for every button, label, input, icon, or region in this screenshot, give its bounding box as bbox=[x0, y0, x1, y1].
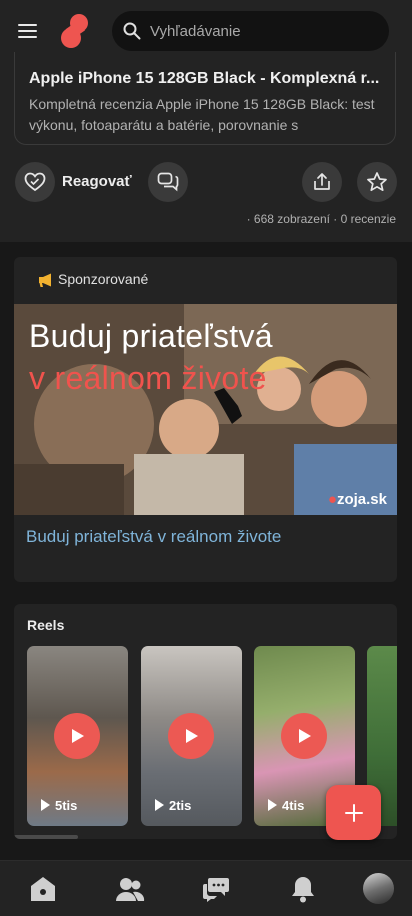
plus-icon bbox=[344, 803, 363, 822]
sponsored-label: Sponzorované bbox=[58, 271, 149, 287]
home-icon bbox=[31, 877, 55, 901]
react-label[interactable]: Reagovať bbox=[62, 173, 132, 190]
react-button[interactable] bbox=[15, 162, 55, 202]
play-icon[interactable] bbox=[281, 713, 327, 759]
post-stats: · 668 zobrazení · 0 recenzie bbox=[246, 212, 396, 226]
sponsored-card: Sponzorované Buduj priateľstvá v reálnom… bbox=[14, 257, 397, 582]
hamburger-menu-icon[interactable] bbox=[18, 24, 37, 38]
messages-icon bbox=[203, 878, 229, 902]
post-card: Apple iPhone 15 128GB Black - Komplexná … bbox=[0, 52, 412, 242]
link-title[interactable]: Apple iPhone 15 128GB Black - Komplexná … bbox=[29, 70, 384, 88]
comments-icon bbox=[157, 172, 179, 192]
notifications-icon bbox=[292, 877, 314, 903]
link-description: Kompletná recenzia Apple iPhone 15 128GB… bbox=[29, 96, 375, 133]
nav-home[interactable] bbox=[28, 874, 58, 904]
play-icon[interactable] bbox=[54, 713, 100, 759]
nav-messages[interactable] bbox=[201, 874, 231, 904]
favorite-button[interactable] bbox=[357, 162, 397, 202]
reel-item[interactable]: 5tis bbox=[27, 646, 128, 826]
nav-notifications[interactable] bbox=[288, 874, 318, 904]
ad-headline-line1: Buduj priateľstvá bbox=[29, 318, 273, 354]
brand-logo-icon: ● bbox=[327, 491, 337, 508]
search-icon bbox=[123, 22, 141, 40]
reels-scrollbar[interactable] bbox=[14, 835, 78, 839]
create-post-button[interactable] bbox=[326, 785, 381, 840]
reel-views: 4tis bbox=[268, 798, 304, 813]
reel-views: 5tis bbox=[41, 798, 77, 813]
reel-views: 2tis bbox=[155, 798, 191, 813]
heart-react-icon bbox=[24, 172, 46, 192]
search-input[interactable] bbox=[150, 11, 370, 51]
reel-item[interactable]: 2tis bbox=[141, 646, 242, 826]
reels-title: Reels bbox=[27, 617, 65, 633]
play-icon[interactable] bbox=[168, 713, 214, 759]
ad-brand: ●zoja.sk bbox=[327, 491, 387, 508]
star-icon bbox=[367, 172, 387, 192]
ad-image[interactable]: Buduj priateľstvá v reálnom živote ●zoja… bbox=[14, 304, 397, 515]
ad-link[interactable]: Buduj priateľstvá v reálnom živote bbox=[26, 527, 281, 547]
share-icon bbox=[314, 173, 330, 190]
megaphone-icon bbox=[39, 273, 51, 287]
bottom-navigation bbox=[0, 860, 412, 916]
search-bar[interactable] bbox=[112, 11, 389, 51]
profile-avatar[interactable] bbox=[363, 873, 394, 904]
friends-icon bbox=[116, 878, 145, 901]
share-button[interactable] bbox=[302, 162, 342, 202]
app-logo[interactable] bbox=[58, 12, 92, 50]
link-preview-card[interactable]: Apple iPhone 15 128GB Black - Komplexná … bbox=[14, 52, 396, 145]
nav-friends[interactable] bbox=[115, 874, 145, 904]
ad-headline-line2: v reálnom živote bbox=[29, 360, 267, 396]
comment-button[interactable] bbox=[148, 162, 188, 202]
